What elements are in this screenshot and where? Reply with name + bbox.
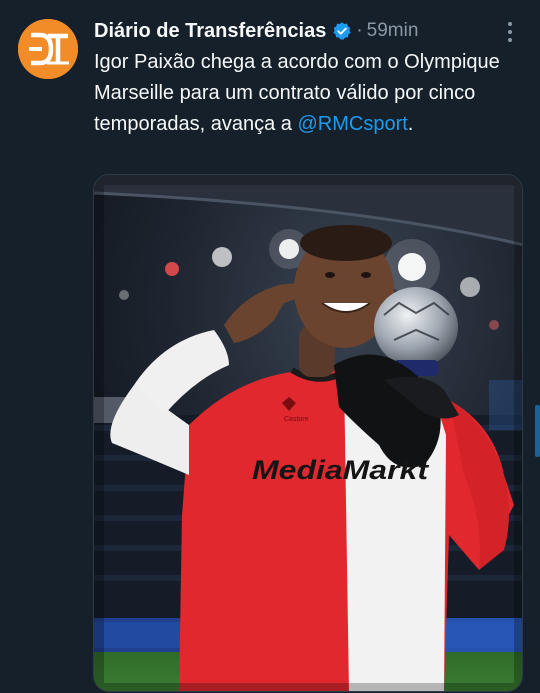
avatar-monogram-logo	[18, 19, 78, 79]
shirt-maker-text: Castore	[284, 416, 309, 423]
tweet-text-end: .	[407, 113, 414, 135]
meta-separator: ·	[356, 20, 363, 41]
tweet-card[interactable]: Diário de Transferências · 59min Igor Pa…	[0, 0, 540, 693]
shirt-sponsor-text: MediaMarkt	[252, 455, 429, 485]
tweet-header: Diário de Transferências · 59min	[94, 18, 418, 44]
mention-link[interactable]: @RMCsport	[297, 113, 407, 135]
author-name[interactable]: Diário de Transferências	[94, 20, 326, 43]
scrollbar-thumb[interactable]	[535, 405, 540, 457]
verified-badge-icon	[332, 21, 352, 41]
tweet-timestamp[interactable]: 59min	[367, 20, 419, 42]
more-options-icon[interactable]	[498, 18, 522, 46]
player-photo: Castore MediaMarkt	[94, 175, 522, 691]
author-avatar[interactable]	[18, 19, 78, 79]
tweet-text: Igor Paixão chega a acordo com o Olympiq…	[94, 47, 514, 140]
tweet-photo[interactable]: Castore MediaMarkt	[93, 174, 523, 692]
